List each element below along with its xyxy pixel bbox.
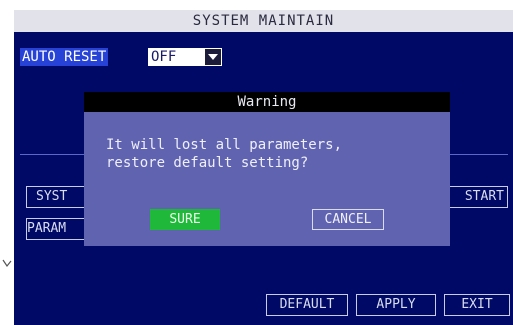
exit-button[interactable]: EXIT — [444, 294, 510, 316]
auto-reset-label: AUTO RESET — [20, 48, 109, 66]
sure-button[interactable]: SURE — [150, 209, 220, 230]
auto-reset-select[interactable]: OFF — [148, 48, 222, 66]
section-divider-left — [20, 154, 84, 155]
stray-mark-icon — [2, 259, 12, 268]
dropdown-arrow-icon[interactable] — [205, 49, 221, 65]
dvr-menu-frame: SYSTEM MAINTAIN AUTO RESET OFF SYST PARA… — [0, 0, 513, 325]
system-maintain-screen: SYSTEM MAINTAIN AUTO RESET OFF SYST PARA… — [14, 10, 513, 325]
section-divider-right — [450, 154, 508, 155]
start-button[interactable]: START — [448, 186, 508, 208]
window-title: SYSTEM MAINTAIN — [14, 10, 513, 32]
cancel-button[interactable]: CANCEL — [312, 209, 384, 230]
warning-dialog: Warning It will lost all parameters, res… — [84, 92, 450, 246]
apply-button[interactable]: APPLY — [356, 294, 436, 316]
dialog-title: Warning — [84, 92, 450, 112]
default-button[interactable]: DEFAULT — [266, 294, 348, 316]
dialog-message-line-2: restore default setting? — [106, 155, 309, 171]
dialog-message-line-1: It will lost all parameters, — [106, 137, 343, 153]
auto-reset-value: OFF — [151, 49, 177, 65]
